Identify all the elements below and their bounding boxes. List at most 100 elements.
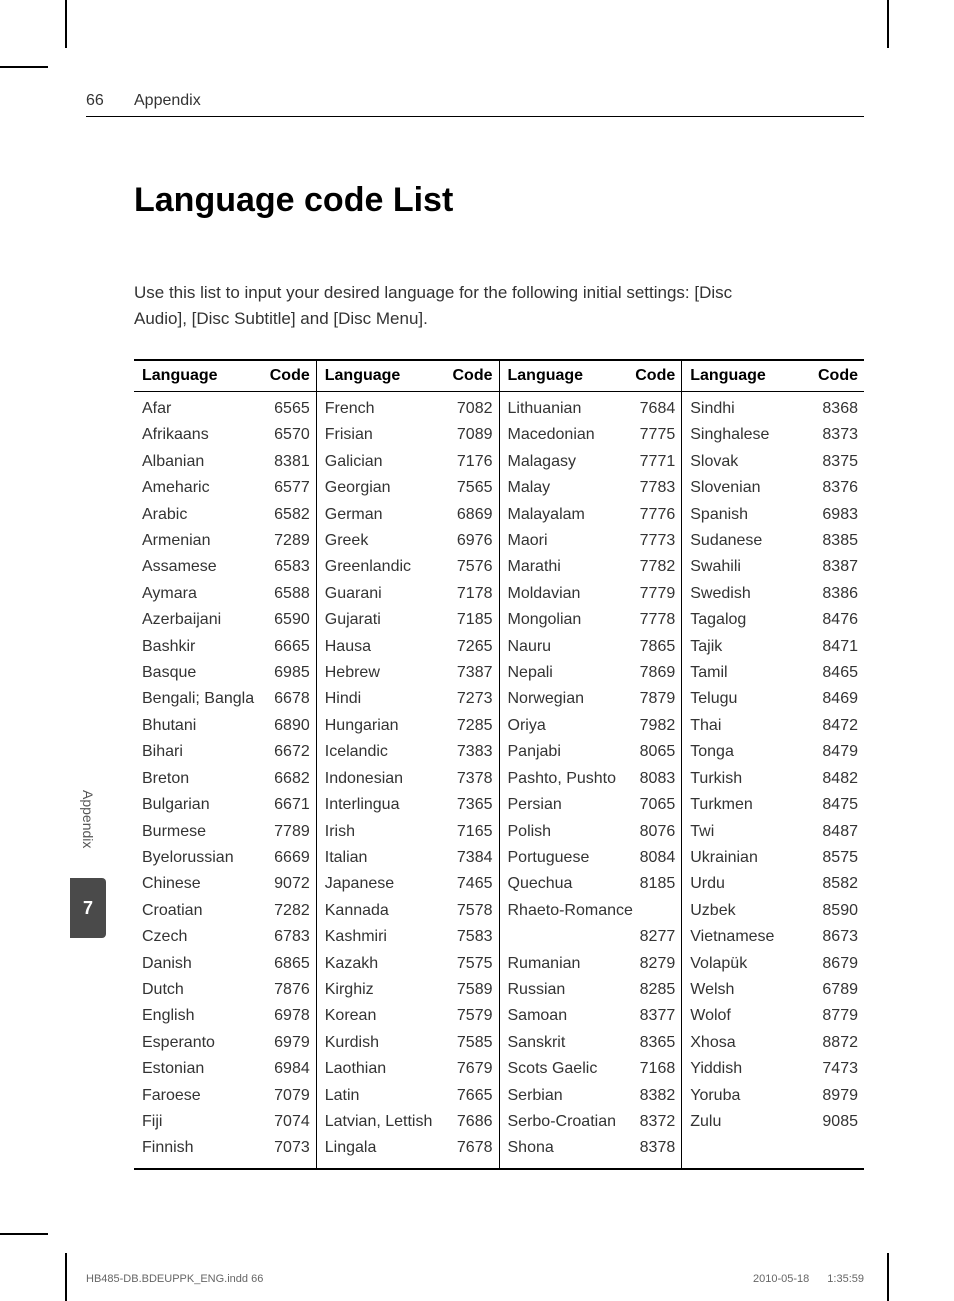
- language-name: Byelorussian: [142, 845, 268, 871]
- language-name: Frisian: [325, 422, 451, 448]
- table-column: LanguageCodeAfar6565Afrikaans6570Albania…: [134, 361, 317, 1168]
- language-name: Sanskrit: [508, 1030, 634, 1056]
- language-code: 7378: [451, 766, 493, 792]
- language-code: 8279: [634, 951, 676, 977]
- col-header-code: Code: [270, 367, 310, 385]
- language-name: Scots Gaelic: [508, 1056, 634, 1082]
- language-code: 7776: [634, 502, 676, 528]
- table-row: Pashto, Pushto8083: [508, 766, 676, 792]
- language-name: Panjabi: [508, 739, 634, 765]
- table-column: LanguageCodeSindhi8368Singhalese8373Slov…: [682, 361, 864, 1168]
- language-code: 8472: [816, 713, 858, 739]
- language-name: Malay: [508, 475, 634, 501]
- table-row: Guarani7178: [325, 581, 493, 607]
- table-row: Shona8378: [508, 1135, 676, 1161]
- language-name: Volapük: [690, 951, 816, 977]
- language-code: 7089: [451, 422, 493, 448]
- language-name: Vietnamese: [690, 924, 816, 950]
- language-name: Rhaeto-Romance: [508, 898, 670, 924]
- language-name: Nauru: [508, 634, 634, 660]
- language-code: 8365: [634, 1030, 676, 1056]
- table-row: Greek6976: [325, 528, 493, 554]
- language-code: 7876: [268, 977, 310, 1003]
- language-name: Korean: [325, 1003, 451, 1029]
- language-code: 7771: [634, 449, 676, 475]
- language-name: Ameharic: [142, 475, 268, 501]
- table-row: Nepali7869: [508, 660, 676, 686]
- language-code: 6976: [451, 528, 493, 554]
- language-name: Russian: [508, 977, 634, 1003]
- language-code: 8779: [816, 1003, 858, 1029]
- language-name: Rumanian: [508, 951, 634, 977]
- table-row: Russian8285: [508, 977, 676, 1003]
- language-code: 8476: [816, 607, 858, 633]
- language-code: 7565: [451, 475, 493, 501]
- main: Language code List Use this list to inpu…: [134, 181, 864, 1170]
- language-name: Dutch: [142, 977, 268, 1003]
- table-row: Korean7579: [325, 1003, 493, 1029]
- footer-date: 2010-05-18: [753, 1273, 809, 1285]
- language-name: Swahili: [690, 554, 816, 580]
- language-name: Burmese: [142, 819, 268, 845]
- language-code: 7365: [451, 792, 493, 818]
- table-row: Lingala7678: [325, 1135, 493, 1161]
- side-tab: Appendix 7: [70, 790, 106, 938]
- language-name: Estonian: [142, 1056, 268, 1082]
- page: 66 Appendix Language code List Use this …: [0, 0, 954, 1301]
- language-name: Sudanese: [690, 528, 816, 554]
- language-name: Tagalog: [690, 607, 816, 633]
- table-row: Dutch7876: [142, 977, 310, 1003]
- table-row: Volapük8679: [690, 951, 858, 977]
- language-name: Nepali: [508, 660, 634, 686]
- language-code: 6978: [268, 1003, 310, 1029]
- language-name: Ukrainian: [690, 845, 816, 871]
- language-code: 7185: [451, 607, 493, 633]
- language-code: 8185: [634, 871, 676, 897]
- language-name: Macedonian: [508, 422, 634, 448]
- table-row: Interlingua7365: [325, 792, 493, 818]
- table-row: Quechua8185: [508, 871, 676, 897]
- language-name: Tamil: [690, 660, 816, 686]
- language-name: Mongolian: [508, 607, 634, 633]
- language-code: 8375: [816, 449, 858, 475]
- intro-text: Use this list to input your desired lang…: [134, 280, 774, 331]
- language-code: 7289: [268, 528, 310, 554]
- language-code: 7789: [268, 819, 310, 845]
- table-row: Italian7384: [325, 845, 493, 871]
- language-code: 7168: [634, 1056, 676, 1082]
- language-code: 8487: [816, 819, 858, 845]
- language-name: Afar: [142, 396, 268, 422]
- language-code: 8465: [816, 660, 858, 686]
- table-row: Wolof8779: [690, 1003, 858, 1029]
- col-header-code: Code: [635, 367, 675, 385]
- table-row: Tonga8479: [690, 739, 858, 765]
- crop-mark: [0, 66, 48, 68]
- table-row: Hungarian7285: [325, 713, 493, 739]
- col-header-code: Code: [818, 367, 858, 385]
- table-column-header: LanguageCode: [134, 361, 316, 392]
- language-name: Tonga: [690, 739, 816, 765]
- table-row: Marathi7782: [508, 554, 676, 580]
- language-name: Laothian: [325, 1056, 451, 1082]
- language-name: Wolof: [690, 1003, 816, 1029]
- language-code: 7585: [451, 1030, 493, 1056]
- table-row: Assamese6583: [142, 554, 310, 580]
- language-code: 7779: [634, 581, 676, 607]
- language-code: 6979: [268, 1030, 310, 1056]
- table-rows: Sindhi8368Singhalese8373Slovak8375Sloven…: [682, 392, 864, 1141]
- language-name: Italian: [325, 845, 451, 871]
- language-code: 7679: [451, 1056, 493, 1082]
- language-code: 7684: [634, 396, 676, 422]
- language-code: 7686: [451, 1109, 493, 1135]
- language-code: 8076: [634, 819, 676, 845]
- language-code: 6682: [268, 766, 310, 792]
- table-row: Fiji7074: [142, 1109, 310, 1135]
- language-code: 7783: [634, 475, 676, 501]
- language-name: Oriya: [508, 713, 634, 739]
- language-code: 7575: [451, 951, 493, 977]
- col-header-language: Language: [325, 367, 453, 385]
- language-code: 6672: [268, 739, 310, 765]
- language-code: 8479: [816, 739, 858, 765]
- footer-filename: HB485-DB.BDEUPPK_ENG.indd 66: [86, 1273, 263, 1285]
- footer-time: 1:35:59: [827, 1273, 864, 1285]
